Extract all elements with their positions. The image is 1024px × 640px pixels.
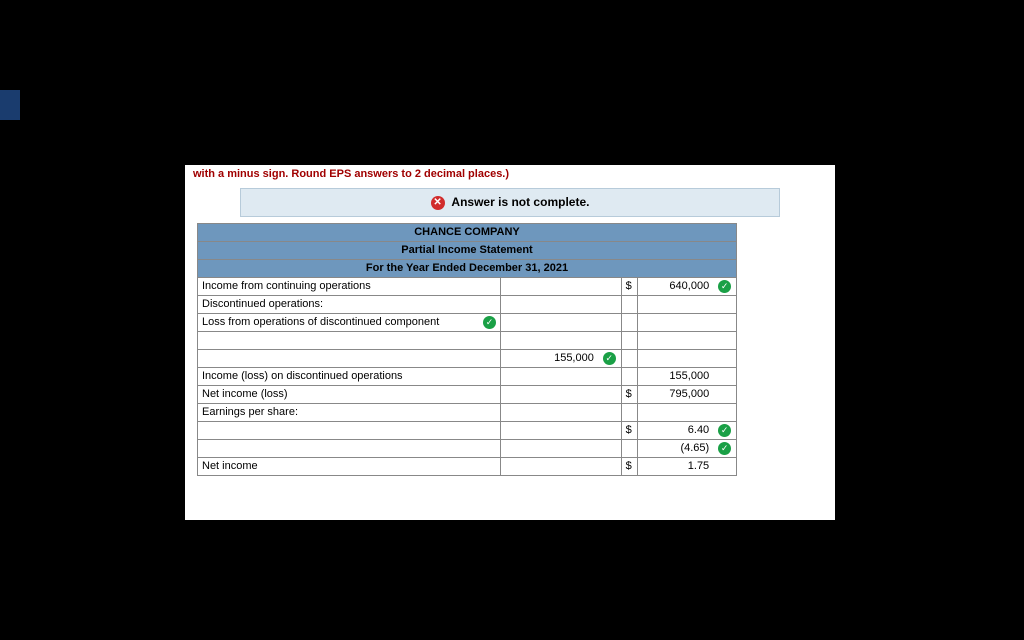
row-label[interactable]: Discontinued operations: [198, 295, 501, 313]
row-currency: $ [621, 421, 637, 439]
row-mid-tick: ✓ [598, 349, 621, 367]
table-row: 155,000 ✓ [198, 349, 737, 367]
table-row: Income (loss) on discontinued operations… [198, 367, 737, 385]
row-mid[interactable]: 155,000 [500, 349, 597, 367]
check-icon: ✓ [718, 442, 731, 455]
worksheet-page: with a minus sign. Round EPS answers to … [185, 165, 835, 520]
table-row [198, 331, 737, 349]
table-row: Loss from operations of discontinued com… [198, 313, 737, 331]
row-currency: $ [621, 277, 637, 295]
income-statement-table: CHANCE COMPANY Partial Income Statement … [197, 223, 737, 476]
row-amount[interactable]: (4.65) [637, 439, 713, 457]
row-currency: $ [621, 457, 637, 475]
row-amount[interactable]: 1.75 [637, 457, 713, 475]
row-amount[interactable]: 640,000 [637, 277, 713, 295]
row-currency: $ [621, 385, 637, 403]
row-amount[interactable]: 155,000 [637, 367, 713, 385]
table-row: Income from continuing operations $ 640,… [198, 277, 737, 295]
hdr-company: CHANCE COMPANY [198, 223, 737, 241]
row-label[interactable]: Income from continuing operations [198, 277, 501, 295]
row-amount[interactable]: 795,000 [637, 385, 713, 403]
row-tick: ✓ [713, 421, 736, 439]
instruction-text: with a minus sign. Round EPS answers to … [185, 165, 835, 188]
table-row: Net income $ 1.75 [198, 457, 737, 475]
row-label-text: Loss from operations of discontinued com… [202, 316, 439, 328]
table-row: Discontinued operations: [198, 295, 737, 313]
alert-text: Answer is not complete. [451, 195, 589, 209]
row-label[interactable]: Net income [198, 457, 501, 475]
table-row: Net income (loss) $ 795,000 [198, 385, 737, 403]
check-icon: ✓ [718, 280, 731, 293]
table-row: (4.65) ✓ [198, 439, 737, 457]
row-tick: ✓ [713, 439, 736, 457]
error-icon: ✕ [431, 196, 445, 210]
row-label[interactable]: Loss from operations of discontinued com… [198, 313, 501, 331]
check-icon: ✓ [718, 424, 731, 437]
table-row: $ 6.40 ✓ [198, 421, 737, 439]
row-label[interactable]: Earnings per share: [198, 403, 501, 421]
left-accent-bar [0, 90, 20, 120]
table-row: Earnings per share: [198, 403, 737, 421]
check-icon: ✓ [603, 352, 616, 365]
hdr-title: Partial Income Statement [198, 241, 737, 259]
row-tick: ✓ [713, 277, 736, 295]
row-label[interactable]: Income (loss) on discontinued operations [198, 367, 501, 385]
row-amount[interactable]: 6.40 [637, 421, 713, 439]
row-mid-tick [598, 277, 621, 295]
row-mid[interactable] [500, 277, 597, 295]
hdr-period: For the Year Ended December 31, 2021 [198, 259, 737, 277]
alert-incomplete: ✕ Answer is not complete. [240, 188, 780, 217]
check-icon: ✓ [483, 316, 496, 329]
row-label[interactable]: Net income (loss) [198, 385, 501, 403]
